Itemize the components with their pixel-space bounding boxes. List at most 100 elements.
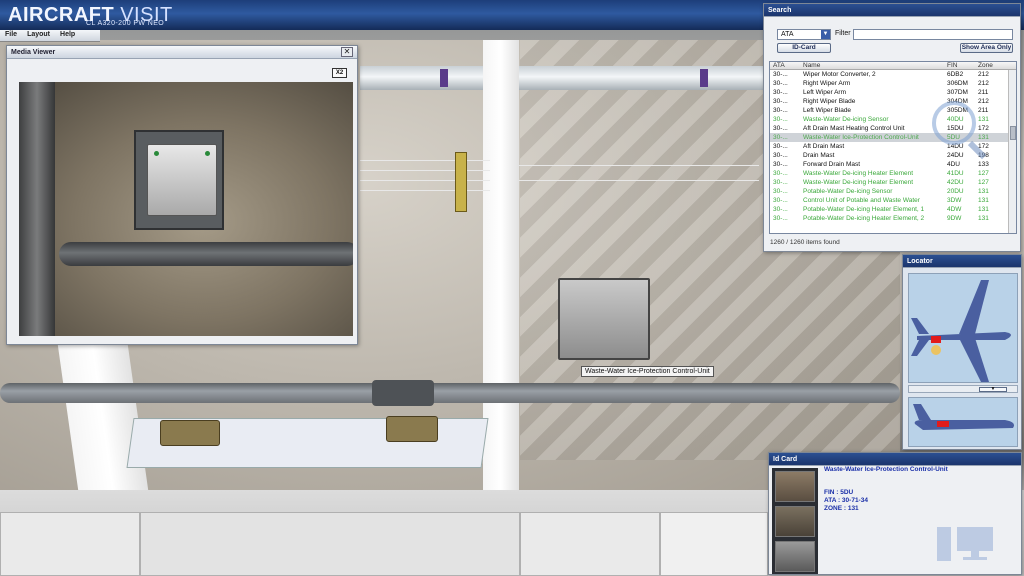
- result-row[interactable]: 30-... Potable-Water De-icing Sensor 20DU 1…: [770, 187, 1016, 196]
- search-window[interactable]: Search ATA ▼ Filter : ID-Card Show Area …: [763, 3, 1021, 252]
- cell-zone: 211: [978, 107, 989, 114]
- menu-layout[interactable]: Layout: [22, 30, 55, 41]
- result-row[interactable]: 30-... Left Wiper Blade 305DM 211: [770, 106, 1016, 115]
- cell-ata: 30-...: [773, 170, 788, 177]
- search-titlebar[interactable]: Search: [764, 4, 1020, 17]
- cell-zone: 131: [978, 197, 989, 204]
- show-area-only-button[interactable]: Show Area Only: [960, 43, 1013, 53]
- floor-panel: [140, 512, 520, 576]
- cell-name: Aft Drain Mast: [803, 143, 845, 150]
- cell-ata: 30-...: [773, 71, 788, 78]
- ata-dropdown[interactable]: ATA ▼: [777, 29, 831, 40]
- column-name[interactable]: Name: [796, 62, 944, 69]
- clamp-right: [386, 416, 438, 442]
- cell-fin: 307DM: [947, 89, 968, 96]
- chevron-down-icon[interactable]: ▼: [821, 30, 830, 39]
- locator-window[interactable]: Locator ▼: [902, 254, 1022, 450]
- aircraft-top-view-icon: [911, 280, 1011, 382]
- filter-input[interactable]: [853, 29, 1013, 40]
- id-card-fin: FIN : 5DU: [824, 489, 854, 496]
- cell-zone: 133: [978, 161, 989, 168]
- aircraft-side-view-icon: [913, 404, 1014, 430]
- menu-bar: File Layout Help: [0, 30, 100, 42]
- result-row[interactable]: 30-... Waste-Water De-icing Heater Elemen…: [770, 178, 1016, 187]
- cell-zone: 127: [978, 179, 989, 186]
- app-subtitle: CL A320-200 PW NEO: [86, 20, 165, 27]
- locator-top-view[interactable]: [908, 273, 1018, 383]
- result-row[interactable]: 30-... Left Wiper Arm 307DM 211: [770, 88, 1016, 97]
- locator-titlebar[interactable]: Locator: [903, 255, 1021, 268]
- locator-side-view[interactable]: [908, 397, 1018, 447]
- result-row[interactable]: 30-... Right Wiper Blade 304DM 212: [770, 97, 1016, 106]
- floor-panel: [660, 512, 768, 576]
- thumbnail-3[interactable]: [775, 541, 815, 572]
- cell-ata: 30-...: [773, 125, 788, 132]
- cell-ata: 30-...: [773, 179, 788, 186]
- thumbnail-1[interactable]: [775, 471, 815, 502]
- cell-name: Wiper Motor Converter, 2: [803, 71, 876, 78]
- menu-file[interactable]: File: [0, 30, 22, 41]
- result-row[interactable]: 30-... Waste-Water De-icing Sensor 40DU 131: [770, 115, 1016, 124]
- zoom-x2-button[interactable]: X2: [332, 68, 347, 78]
- result-row[interactable]: 30-... Potable-Water De-icing Heater Elem…: [770, 205, 1016, 214]
- cell-zone: 211: [978, 89, 989, 96]
- column-zone[interactable]: Zone: [975, 62, 1003, 69]
- cell-ata: 30-...: [773, 107, 788, 114]
- wire-bundle: [519, 165, 759, 166]
- id-card-window[interactable]: Id Card Waste-Water Ice-Protection Contr…: [768, 452, 1022, 575]
- result-row[interactable]: 30-... Potable-Water De-icing Heater Elem…: [770, 214, 1016, 223]
- cell-zone: 212: [978, 80, 989, 87]
- slider-handle[interactable]: ▼: [979, 387, 1007, 392]
- result-row[interactable]: 30-... Waste-Water Ice-Protection Control…: [770, 133, 1016, 142]
- id-card-button[interactable]: ID-Card: [777, 43, 831, 53]
- cell-ata: 30-...: [773, 206, 788, 213]
- column-fin[interactable]: FIN: [944, 62, 975, 69]
- cell-ata: 30-...: [773, 188, 788, 195]
- cell-ata: 30-...: [773, 116, 788, 123]
- cell-fin: 9DW: [947, 215, 962, 222]
- connector-block: [455, 152, 467, 212]
- scroll-thumb[interactable]: [1010, 126, 1016, 140]
- result-row[interactable]: 30-... Waste-Water De-icing Heater Elemen…: [770, 169, 1016, 178]
- cell-fin: 20DU: [947, 188, 964, 195]
- id-card-titlebar[interactable]: Id Card: [769, 453, 1021, 466]
- cell-name: Waste-Water De-icing Heater Element: [803, 179, 914, 186]
- cell-name: Right Wiper Arm: [803, 80, 851, 87]
- result-row[interactable]: 30-... Control Unit of Potable and Waste …: [770, 196, 1016, 205]
- cell-fin: 41DU: [947, 170, 964, 177]
- wire-bundle: [360, 170, 490, 171]
- media-viewer-window[interactable]: Media Viewer ✕ X2: [6, 45, 358, 345]
- thumbnail-2[interactable]: [775, 506, 815, 537]
- locator-slider[interactable]: ▼: [908, 385, 1018, 393]
- duct-label-band: [440, 69, 448, 87]
- result-row[interactable]: 30-... Wiper Motor Converter, 2 6DB2 212: [770, 70, 1016, 79]
- column-ata[interactable]: ATA: [770, 62, 796, 69]
- clamp-left: [160, 420, 220, 446]
- cell-ata: 30-...: [773, 197, 788, 204]
- results-scrollbar[interactable]: [1008, 70, 1016, 233]
- cell-zone: 172: [978, 125, 989, 132]
- id-card-name: Waste-Water Ice-Protection Control-Unit: [824, 466, 948, 473]
- waste-water-control-unit-3d[interactable]: [558, 278, 650, 360]
- result-row[interactable]: 30-... Forward Drain Mast 4DU 133: [770, 160, 1016, 169]
- cell-name: Potable-Water De-icing Heater Element, 1: [803, 206, 925, 213]
- result-row[interactable]: 30-... Aft Drain Mast Heating Control Uni…: [770, 124, 1016, 133]
- cell-fin: 6DB2: [947, 71, 964, 78]
- magnifier-icon: [932, 101, 976, 145]
- results-list[interactable]: ATA Name FIN Zone 30-... Wiper Motor Conv…: [769, 61, 1017, 234]
- wire-bundle: [360, 190, 490, 191]
- cell-fin: 306DM: [947, 80, 968, 87]
- media-viewer-titlebar[interactable]: Media Viewer ✕: [7, 46, 357, 59]
- cell-fin: 4DU: [947, 161, 961, 168]
- cell-name: Left Wiper Blade: [803, 107, 852, 114]
- result-row[interactable]: 30-... Right Wiper Arm 306DM 212: [770, 79, 1016, 88]
- cell-zone: 131: [978, 134, 989, 141]
- floor-panel: [520, 512, 660, 576]
- cell-name: Waste-Water Ice-Protection Control-Unit: [803, 134, 919, 141]
- close-icon[interactable]: ✕: [341, 47, 353, 57]
- cell-zone: 131: [978, 116, 989, 123]
- wire-bundle: [360, 180, 490, 181]
- menu-help[interactable]: Help: [55, 30, 80, 41]
- floor-panel: [0, 512, 140, 576]
- cell-name: Forward Drain Mast: [803, 161, 861, 168]
